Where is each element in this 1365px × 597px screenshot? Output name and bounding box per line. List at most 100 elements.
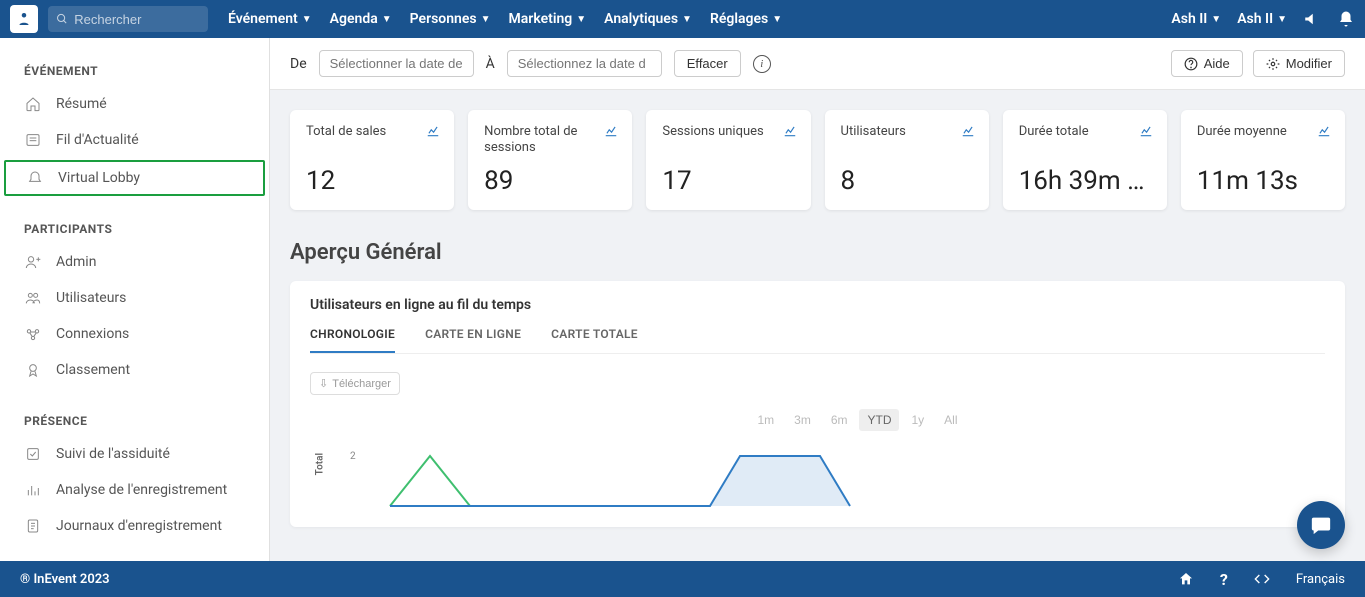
- stat-value: 11m 13s: [1197, 166, 1329, 196]
- sidebar-item-label: Classement: [56, 362, 130, 378]
- filter-bar: De À Effacer i Aide Modifier: [270, 38, 1365, 90]
- stat-label: Total de sales: [306, 124, 438, 156]
- connections-icon: [24, 325, 42, 343]
- stat-label: Sessions uniques: [662, 124, 794, 156]
- chart-icon[interactable]: [783, 124, 797, 138]
- chart-icon[interactable]: [1317, 124, 1331, 138]
- sidebar-item-utilisateurs[interactable]: Utilisateurs: [0, 280, 269, 316]
- range-ytd[interactable]: YTD: [859, 409, 899, 431]
- chart-icon[interactable]: [1139, 124, 1153, 138]
- sidebar-item-classement[interactable]: Classement: [0, 352, 269, 388]
- chevron-down-icon: ▼: [576, 14, 586, 25]
- nav-label: Personnes: [410, 11, 477, 27]
- stat-cards: Total de sales 12 Nombre total de sessio…: [270, 90, 1365, 230]
- range-1m[interactable]: 1m: [749, 409, 782, 431]
- tab-carte-en-ligne[interactable]: CARTE EN LIGNE: [425, 327, 521, 353]
- chat-button[interactable]: [1297, 501, 1345, 549]
- range-1y[interactable]: 1y: [903, 409, 932, 431]
- help-button[interactable]: Aide: [1171, 50, 1243, 77]
- sidebar-item-fil[interactable]: Fil d'Actualité: [0, 122, 269, 158]
- sidebar-item-resume[interactable]: Résumé: [0, 86, 269, 122]
- search-input[interactable]: [74, 12, 200, 27]
- sidebar-item-admin[interactable]: Admin: [0, 244, 269, 280]
- nav-agenda[interactable]: Agenda▼: [330, 11, 392, 27]
- main-content[interactable]: De À Effacer i Aide Modifier Total de sa…: [270, 38, 1365, 561]
- nav-analytiques[interactable]: Analytiques▼: [604, 11, 692, 27]
- chevron-down-icon: ▼: [481, 14, 491, 25]
- chevron-down-icon: ▼: [682, 14, 692, 25]
- nav-evenement[interactable]: Événement▼: [228, 11, 312, 27]
- chevron-down-icon: ▼: [1211, 14, 1221, 25]
- chart-icon[interactable]: [961, 124, 975, 138]
- tab-carte-totale[interactable]: CARTE TOTALE: [551, 327, 638, 353]
- chevron-down-icon: ▼: [772, 14, 782, 25]
- chart-icon[interactable]: [426, 124, 440, 138]
- user-label: Ash II: [1171, 11, 1207, 27]
- stat-value: 16h 39m 2...: [1019, 166, 1151, 196]
- sidebar-section-evenement: ÉVÉNEMENT: [0, 54, 269, 86]
- nav-label: Agenda: [330, 11, 378, 27]
- sidebar-item-virtual-lobby[interactable]: Virtual Lobby: [4, 160, 265, 196]
- log-icon: [24, 517, 42, 535]
- nav-marketing[interactable]: Marketing▼: [509, 11, 587, 27]
- panel-title: Utilisateurs en ligne au fil du temps: [310, 297, 1325, 313]
- nav-personnes[interactable]: Personnes ▼: [410, 11, 491, 27]
- user-menu-1[interactable]: Ash II ▼: [1171, 11, 1221, 27]
- chart-panel: Utilisateurs en ligne au fil du temps CH…: [290, 281, 1345, 527]
- section-title: Aperçu Général: [270, 230, 1365, 281]
- sidebar-item-label: Admin: [56, 254, 96, 270]
- to-date-input[interactable]: [507, 50, 662, 77]
- nav-reglages[interactable]: Réglages▼: [710, 11, 782, 27]
- to-label: À: [486, 56, 495, 72]
- chart-tabs: CHRONOLOGIE CARTE EN LIGNE CARTE TOTALE: [310, 327, 1325, 354]
- help-icon[interactable]: ?: [1220, 570, 1228, 589]
- chart-icon[interactable]: [604, 124, 618, 138]
- search-box[interactable]: [48, 6, 208, 32]
- sidebar-section-participants: PARTICIPANTS: [0, 212, 269, 244]
- sidebar-item-label: Journaux d'enregistrement: [56, 518, 222, 534]
- bell-icon: [26, 169, 44, 187]
- sidebar-item-connexions[interactable]: Connexions: [0, 316, 269, 352]
- gear-icon: [1266, 57, 1280, 71]
- nav-right: Ash II▼ Ash II▼: [1171, 10, 1355, 28]
- stat-value: 89: [484, 166, 616, 196]
- from-date-input[interactable]: [319, 50, 474, 77]
- help-icon: [1184, 57, 1198, 71]
- tab-chronologie[interactable]: CHRONOLOGIE: [310, 327, 395, 353]
- sidebar-item-label: Connexions: [56, 326, 129, 342]
- admin-icon: [24, 253, 42, 271]
- chart-ylabel: Total: [315, 453, 326, 475]
- bell-icon[interactable]: [1337, 10, 1355, 28]
- sidebar-item-suivi[interactable]: Suivi de l'assiduité: [0, 436, 269, 472]
- sidebar-item-analyse[interactable]: Analyse de l'enregistrement: [0, 472, 269, 508]
- modify-button[interactable]: Modifier: [1253, 50, 1345, 77]
- stat-label: Durée totale: [1019, 124, 1151, 156]
- from-label: De: [290, 56, 307, 72]
- button-label: Télécharger: [332, 378, 391, 390]
- user-menu-2[interactable]: Ash II▼: [1237, 11, 1287, 27]
- home-icon[interactable]: [1178, 571, 1194, 587]
- stat-total-sales: Total de sales 12: [290, 110, 454, 210]
- chart-svg: [370, 451, 1130, 511]
- button-label: Effacer: [687, 56, 728, 71]
- range-3m[interactable]: 3m: [786, 409, 819, 431]
- download-button[interactable]: ⇩ Télécharger: [310, 372, 400, 395]
- range-6m[interactable]: 6m: [823, 409, 856, 431]
- sidebar[interactable]: ÉVÉNEMENT Résumé Fil d'Actualité Virtual…: [0, 38, 270, 561]
- range-all[interactable]: All: [936, 409, 965, 431]
- ranking-icon: [24, 361, 42, 379]
- analytics-icon: [24, 481, 42, 499]
- stat-total-sessions: Nombre total de sessions 89: [468, 110, 632, 210]
- megaphone-icon[interactable]: [1303, 10, 1321, 28]
- sidebar-item-journaux[interactable]: Journaux d'enregistrement: [0, 508, 269, 544]
- stat-label: Nombre total de sessions: [484, 124, 616, 156]
- stat-value: 17: [662, 166, 794, 196]
- code-icon[interactable]: [1254, 571, 1270, 587]
- language-selector[interactable]: Français: [1296, 572, 1345, 587]
- sidebar-item-label: Utilisateurs: [56, 290, 126, 306]
- download-icon: ⇩: [319, 377, 328, 390]
- app-logo[interactable]: [10, 5, 38, 33]
- clear-button[interactable]: Effacer: [674, 50, 741, 77]
- info-icon[interactable]: i: [753, 55, 771, 73]
- button-label: Modifier: [1286, 56, 1332, 71]
